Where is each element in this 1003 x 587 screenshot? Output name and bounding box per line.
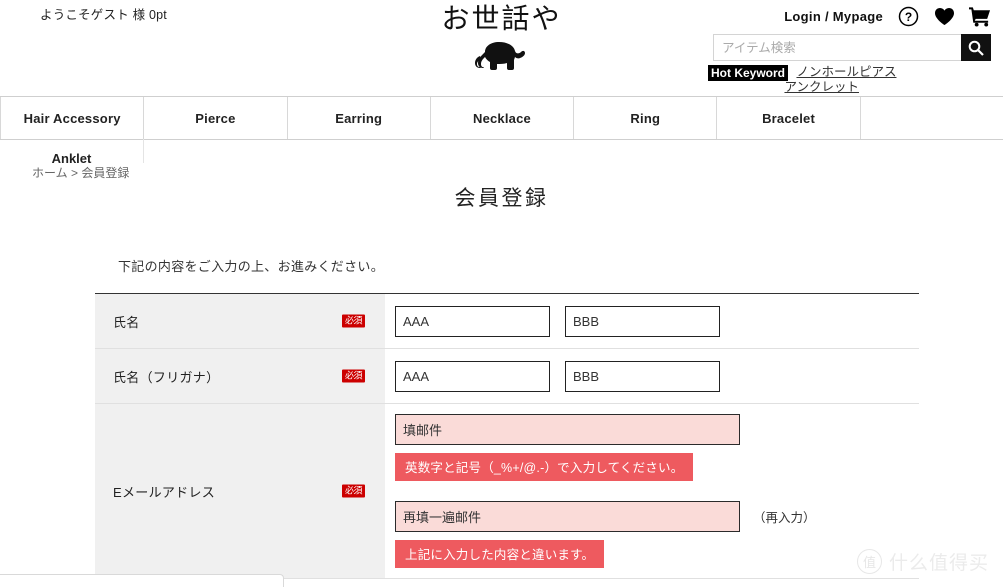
- hot-keyword-link-2[interactable]: アンクレット: [784, 80, 896, 95]
- elephant-icon: [474, 42, 525, 70]
- heart-icon[interactable]: [933, 5, 955, 27]
- email-primary-line: [395, 414, 740, 445]
- email-confirm-input[interactable]: [395, 501, 740, 532]
- hot-keyword-links: ノンホールピアス アンクレット: [784, 65, 896, 95]
- nav-item-empty: [861, 97, 1003, 139]
- main-navigation: Hair Accessory Pierce Earring Necklace R…: [0, 96, 1003, 166]
- breadcrumb-separator: >: [70, 166, 78, 180]
- required-badge: 必須: [341, 369, 365, 383]
- logo-wordmark: お世話や: [441, 2, 562, 35]
- intro-text: 下記の内容をご入力の上、お進みください。: [118, 259, 385, 274]
- form-label-name-kana: 氏名（フリガナ） 必須: [95, 349, 385, 403]
- shopping-cart-icon[interactable]: [969, 5, 991, 27]
- search-button[interactable]: [961, 34, 991, 61]
- email-confirm-line: （再入力）: [395, 501, 816, 532]
- breadcrumb: ホーム > 会員登録: [32, 164, 129, 181]
- nav-item-hair-accessory[interactable]: Hair Accessory: [0, 97, 145, 139]
- name-last-input[interactable]: [395, 305, 550, 337]
- header-right-cluster: Login / Mypage ? アイテム検索 Hot Keyword ノンホー…: [701, 0, 991, 97]
- required-badge: 必須: [341, 314, 365, 328]
- name-kana-last-input[interactable]: [395, 360, 550, 392]
- bottom-widget-panel[interactable]: [0, 574, 284, 587]
- nav-item-anklet[interactable]: Anklet: [0, 139, 144, 166]
- breadcrumb-home[interactable]: ホーム: [32, 166, 68, 180]
- form-label-name-kana-text: 氏名（フリガナ）: [113, 369, 220, 385]
- welcome-message: ようこそゲスト 様 0pt: [40, 8, 167, 22]
- hot-keyword-link-1[interactable]: ノンホールピアス: [796, 65, 896, 80]
- form-field-email: 英数字と記号（_%+/@.-）で入力してください。 （再入力） 上記に入力した内…: [385, 404, 919, 578]
- name-first-input[interactable]: [565, 305, 720, 337]
- email-confirm-error-message: 上記に入力した内容と違います。: [395, 540, 605, 568]
- form-row-name: 氏名 必須: [95, 294, 919, 349]
- form-field-name-kana: [385, 349, 919, 403]
- hot-keyword-row: Hot Keyword ノンホールピアス アンクレット: [708, 65, 991, 97]
- form-label-name: 氏名 必須: [95, 294, 385, 348]
- nav-item-bracelet[interactable]: Bracelet: [717, 97, 861, 139]
- account-row: Login / Mypage ?: [701, 0, 991, 29]
- name-kana-first-input[interactable]: [565, 360, 720, 392]
- login-mypage-link[interactable]: Login / Mypage: [784, 9, 883, 24]
- svg-text:?: ?: [904, 10, 911, 24]
- form-row-name-kana: 氏名（フリガナ） 必須: [95, 349, 919, 404]
- search-bar: [713, 34, 991, 61]
- site-header: ようこそゲスト 様 0pt お世話や Login / Mypage ? アイテム…: [0, 0, 1003, 96]
- nav-item-ring[interactable]: Ring: [574, 97, 718, 139]
- form-row-email: Eメールアドレス 必須 英数字と記号（_%+/@.-）で入力してください。 （再…: [95, 404, 919, 579]
- email-confirm-note: （再入力）: [753, 511, 816, 525]
- form-field-name: [385, 294, 919, 348]
- search-input[interactable]: [713, 34, 961, 61]
- email-error-message: 英数字と記号（_%+/@.-）で入力してください。: [395, 453, 694, 481]
- form-label-email-text: Eメールアドレス: [113, 484, 216, 500]
- page-title: 会員登録: [454, 187, 549, 210]
- required-badge: 必須: [341, 484, 365, 498]
- registration-form: 氏名 必須 氏名（フリガナ） 必須 Eメールアドレス 必須 英数字と記号（_%+…: [95, 293, 919, 579]
- nav-item-earring[interactable]: Earring: [288, 97, 431, 139]
- question-mark-icon[interactable]: ?: [897, 5, 919, 27]
- nav-item-necklace[interactable]: Necklace: [431, 97, 575, 139]
- nav-item-pierce[interactable]: Pierce: [144, 97, 288, 139]
- form-label-email: Eメールアドレス 必須: [95, 404, 385, 578]
- form-label-name-text: 氏名: [113, 314, 140, 330]
- breadcrumb-current: 会員登録: [81, 166, 130, 180]
- search-icon: [968, 40, 984, 56]
- email-input[interactable]: [395, 414, 740, 445]
- hot-keyword-badge: Hot Keyword: [708, 65, 789, 81]
